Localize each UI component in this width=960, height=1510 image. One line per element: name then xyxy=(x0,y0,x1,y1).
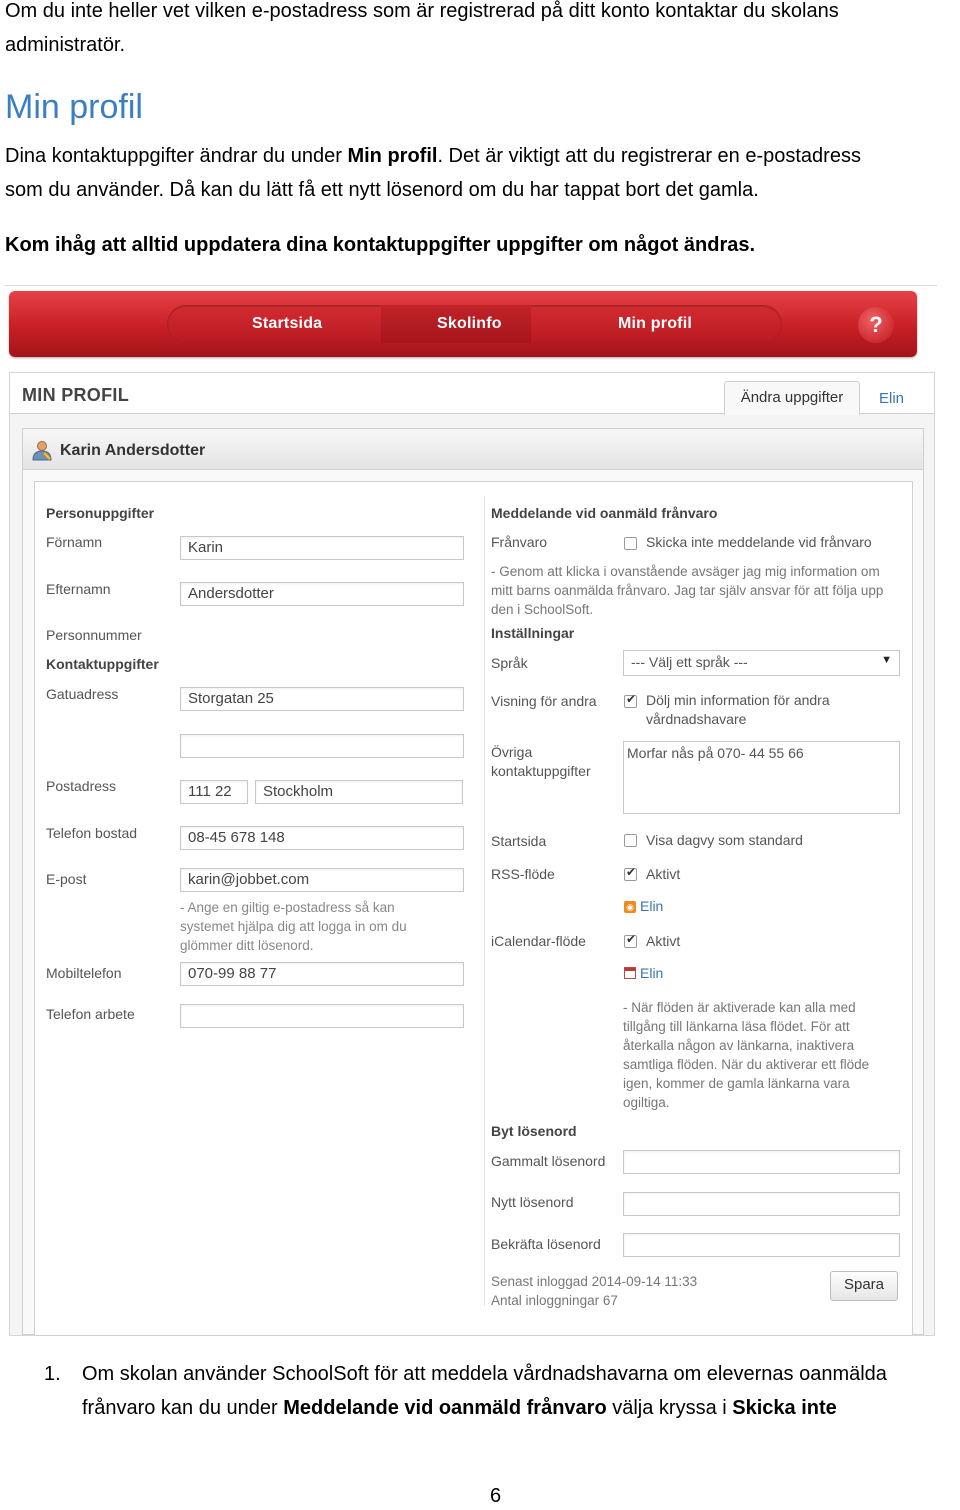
intro-line-2: administratör. xyxy=(5,34,126,56)
save-button[interactable]: Spara xyxy=(830,1271,898,1301)
label-gammalt-losenord: Gammalt lösenord xyxy=(491,1153,606,1169)
label-franvaro: Frånvaro xyxy=(491,534,548,550)
embedded-screenshot: Startsida Skolinfo Min profil ? MIN PROF… xyxy=(5,285,937,1336)
mobiltelefon-input[interactable]: 070-99 88 77 xyxy=(180,962,464,986)
label-bekrafta-losenord: Bekräfta lösenord xyxy=(491,1236,601,1252)
label-rss: RSS-flöde xyxy=(491,866,555,882)
gatuadress-input[interactable]: Storgatan 25 xyxy=(180,687,464,711)
label-telefon-arbete: Telefon arbete xyxy=(46,1006,135,1022)
franvaro-checkbox[interactable] xyxy=(624,537,637,550)
epost-hint: - Ange en giltig e-postadress så kan sys… xyxy=(180,900,407,953)
sprak-select-value: --- Välj ett språk --- xyxy=(631,654,748,670)
card-title: Karin Andersdotter xyxy=(60,442,206,459)
nav-min-profil[interactable]: Min profil xyxy=(618,315,692,333)
rss-link[interactable]: Elin xyxy=(640,898,663,914)
list-text: Om skolan använder SchoolSoft för att me… xyxy=(82,1357,960,1425)
label-personnummer: Personnummer xyxy=(46,627,142,643)
label-icalendar: iCalendar-flöde xyxy=(491,933,586,949)
startsida-checkbox-label: Visa dagvy som standard xyxy=(646,832,803,848)
section-oanmald-franvaro: Meddelande vid oanmäld frånvaro xyxy=(491,505,718,521)
telefon-arbete-input[interactable] xyxy=(180,1004,464,1028)
intro-line-1: Om du inte heller vet vilken e-postadres… xyxy=(5,0,839,22)
label-visning: Visning för andra xyxy=(491,693,597,709)
label-ovriga-1: Övriga xyxy=(491,744,533,760)
para-text-a: Dina kontaktuppgifter ändrar du under xyxy=(5,145,348,167)
para-text-c: . Det är viktigt att du registrerar en e… xyxy=(437,145,861,167)
efternamn-input[interactable]: Andersdotter xyxy=(180,582,464,606)
nytt-losenord-input[interactable] xyxy=(623,1192,900,1216)
card-header: Karin Andersdotter xyxy=(23,429,923,470)
para-bold-min-profil: Min profil xyxy=(347,145,438,167)
franvaro-hint: - Genom att klicka i ovanstående avsäger… xyxy=(491,564,884,617)
visning-checkbox-label-1: Dölj min information för andra xyxy=(646,692,830,708)
user-icon xyxy=(32,441,52,461)
fornamn-input[interactable]: Karin xyxy=(180,536,464,560)
list-bold-meddelande: Meddelande vid oanmäld frånvaro xyxy=(283,1397,607,1419)
last-login: Senast inloggad 2014-09-14 11:33 xyxy=(491,1274,698,1289)
nav-skolinfo[interactable]: Skolinfo xyxy=(437,315,502,333)
bold-note: Kom ihåg att alltid uppdatera dina konta… xyxy=(5,234,756,256)
nav-startsida[interactable]: Startsida xyxy=(252,315,322,333)
tab-andra-uppgifter[interactable]: Ändra uppgifter xyxy=(724,381,860,415)
section-installningar: Inställningar xyxy=(491,625,575,641)
page-number: 6 xyxy=(490,1485,502,1507)
login-count: Antal inloggningar 67 xyxy=(491,1293,618,1308)
icalendar-link[interactable]: Elin xyxy=(640,965,663,981)
ort-input[interactable]: Stockholm xyxy=(255,780,463,804)
visning-checkbox[interactable] xyxy=(624,692,637,708)
startsida-checkbox[interactable] xyxy=(624,834,637,847)
ovriga-textarea[interactable]: Morfar nås på 070- 44 55 66 xyxy=(623,741,900,814)
top-navbar: Startsida Skolinfo Min profil ? xyxy=(9,291,917,357)
epost-input[interactable]: karin@jobbet.com xyxy=(180,868,464,892)
label-gatuadress: Gatuadress xyxy=(46,686,119,702)
rss-checkbox-label: Aktivt xyxy=(646,866,681,882)
franvaro-checkbox-label: Skicka inte meddelande vid frånvaro xyxy=(646,534,872,550)
label-postadress: Postadress xyxy=(46,778,117,794)
profile-paragraph: Dina kontaktuppgifter ändrar du under Mi… xyxy=(5,139,960,207)
rss-checkbox[interactable] xyxy=(624,865,637,881)
sprak-select[interactable]: --- Välj ett språk --- ▼ xyxy=(623,650,900,676)
visning-checkbox-label-2: vårdnadshavare xyxy=(646,711,747,727)
bekrafta-losenord-input[interactable] xyxy=(623,1233,900,1257)
section-byt-losenord: Byt lösenord xyxy=(491,1123,577,1139)
list-bold-skicka-inte: Skicka inte xyxy=(732,1397,837,1419)
label-fornamn: Förnamn xyxy=(46,534,103,550)
profile-panel: MIN PROFIL Ändra uppgifter Elin Karin An… xyxy=(9,372,935,1336)
label-efternamn: Efternamn xyxy=(46,581,111,597)
icalendar-checkbox[interactable] xyxy=(624,932,637,948)
column-divider xyxy=(484,496,485,1306)
profile-card: Karin Andersdotter Personuppgifter Förna… xyxy=(22,428,924,1336)
section-personuppgifter: Personuppgifter xyxy=(46,505,155,521)
telefon-bostad-input[interactable]: 08-45 678 148 xyxy=(180,826,464,850)
list-number: 1. xyxy=(44,1363,61,1385)
label-sprak: Språk xyxy=(491,655,528,671)
label-nytt-losenord: Nytt lösenord xyxy=(491,1194,574,1210)
help-button[interactable]: ? xyxy=(858,307,894,343)
gatuadress2-input[interactable] xyxy=(180,734,464,758)
chevron-down-icon: ▼ xyxy=(881,654,892,666)
panel-title: MIN PROFIL xyxy=(22,385,129,405)
label-mobiltelefon: Mobiltelefon xyxy=(46,965,122,981)
label-telefon-bostad: Telefon bostad xyxy=(46,825,138,841)
section-kontaktuppgifter: Kontaktuppgifter xyxy=(46,656,159,672)
label-ovriga-2: kontaktuppgifter xyxy=(491,763,591,779)
rss-icon: ◉ xyxy=(624,901,636,913)
gammalt-losenord-input[interactable] xyxy=(623,1150,900,1174)
page-heading: Min profil xyxy=(5,88,143,126)
panel-header: MIN PROFIL Ändra uppgifter Elin xyxy=(10,373,934,415)
list-text-c: välja kryssa i xyxy=(606,1397,733,1419)
postnummer-input[interactable]: 111 22 xyxy=(180,780,248,804)
feed-hint: - När flöden är aktiverade kan alla med … xyxy=(623,1000,870,1110)
icalendar-checkbox-label: Aktivt xyxy=(646,933,681,949)
para-line-2: som du använder. Då kan du lätt få ett n… xyxy=(5,179,759,201)
label-startsida: Startsida xyxy=(491,833,547,849)
intro-paragraph: Om du inte heller vet vilken e-postadres… xyxy=(5,0,960,62)
tab-elin[interactable]: Elin xyxy=(879,390,904,407)
calendar-icon xyxy=(624,967,636,979)
profile-form: Personuppgifter Förnamn Karin Efternamn … xyxy=(34,481,913,1336)
label-epost: E-post xyxy=(46,871,87,887)
